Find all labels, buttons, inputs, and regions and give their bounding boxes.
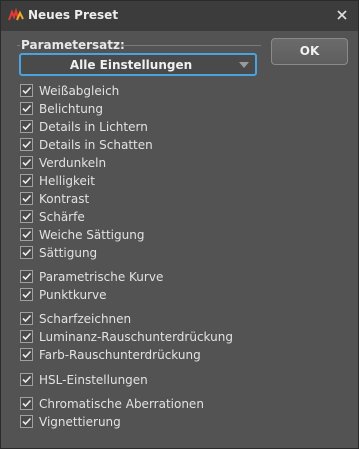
checkbox-label: Schärfe <box>39 209 85 224</box>
checkmark-icon <box>22 399 32 408</box>
checkbox-label: Verdunkeln <box>39 155 107 170</box>
checkmark-icon <box>22 176 32 185</box>
checkbox-label: Helligkeit <box>39 173 95 188</box>
checkmark-icon <box>22 158 32 167</box>
checkbox-row[interactable]: Vignettierung <box>20 414 121 429</box>
checkbox-row[interactable]: Details in Lichtern <box>20 119 148 134</box>
checkbox[interactable] <box>20 84 33 97</box>
checkbox-label: Luminanz-Rauschunterdrückung <box>39 329 233 344</box>
preset-dialog: Neues Preset Parametersatz: Alle Einstel… <box>0 0 359 449</box>
checkmark-icon <box>22 248 32 257</box>
group-border <box>17 45 20 46</box>
checkbox-row[interactable]: Belichtung <box>20 101 103 116</box>
checkbox-label: Weißabgleich <box>39 83 120 98</box>
checkbox[interactable] <box>20 138 33 151</box>
checkbox[interactable] <box>20 373 33 386</box>
checkbox-row[interactable]: Verdunkeln <box>20 155 106 170</box>
checkbox[interactable] <box>20 270 33 283</box>
checkbox-row[interactable]: Chromatische Aberrationen <box>20 396 204 411</box>
group-border <box>121 45 261 46</box>
checkbox[interactable] <box>20 312 33 325</box>
checkbox[interactable] <box>20 415 33 428</box>
checkmark-icon <box>22 122 32 131</box>
parameter-set-dropdown[interactable]: Alle Einstellungen <box>19 53 257 76</box>
checkbox[interactable] <box>20 330 33 343</box>
dropdown-value: Alle Einstellungen <box>69 58 193 72</box>
checkbox-row[interactable]: Kontrast <box>20 191 89 206</box>
checkbox-label: Weiche Sättigung <box>39 227 145 242</box>
checkbox-label: Belichtung <box>39 101 104 116</box>
checkbox-label: Chromatische Aberrationen <box>39 396 204 411</box>
checkbox-label: HSL-Einstellungen <box>39 372 148 387</box>
checkbox[interactable] <box>20 192 33 205</box>
checkmark-icon <box>22 375 32 384</box>
checkbox-row[interactable]: Weißabgleich <box>20 83 119 98</box>
checkbox-label: Sättigung <box>39 245 98 260</box>
parameter-set-label: Parametersatz: <box>21 38 125 52</box>
checkmark-icon <box>22 350 32 359</box>
checkbox-row[interactable]: Sättigung <box>20 245 97 260</box>
checkbox-label: Farb-Rauschunterdrückung <box>39 347 201 362</box>
checkbox-row[interactable]: Scharfzeichnen <box>20 311 131 326</box>
checkmark-icon <box>22 272 32 281</box>
checkbox[interactable] <box>20 156 33 169</box>
checkbox[interactable] <box>20 120 33 133</box>
checkmark-icon <box>22 230 32 239</box>
checkmark-icon <box>22 140 32 149</box>
checkbox-row[interactable]: HSL-Einstellungen <box>20 372 148 387</box>
window-title: Neues Preset <box>28 8 119 22</box>
checkbox-row[interactable]: Helligkeit <box>20 173 95 188</box>
checkbox-label: Parametrische Kurve <box>39 269 164 284</box>
checkbox-label: Kontrast <box>39 191 90 206</box>
checkbox-row[interactable]: Punktkurve <box>20 287 107 302</box>
app-logo-icon <box>8 7 24 24</box>
checkbox[interactable] <box>20 246 33 259</box>
checkbox-row[interactable]: Details in Schatten <box>20 137 153 152</box>
title-bar: Neues Preset <box>1 1 358 31</box>
checkmark-icon <box>22 86 32 95</box>
ok-button[interactable]: OK <box>271 38 348 65</box>
checkmark-icon <box>22 417 32 426</box>
checkbox-label: Punktkurve <box>39 287 107 302</box>
checkbox[interactable] <box>20 397 33 410</box>
checkmark-icon <box>22 332 32 341</box>
checkmark-icon <box>22 314 32 323</box>
checkbox-row[interactable]: Schärfe <box>20 209 85 224</box>
checkmark-icon <box>22 212 32 221</box>
checkbox-label: Vignettierung <box>39 414 121 429</box>
checkmark-icon <box>22 194 32 203</box>
checkbox-row[interactable]: Parametrische Kurve <box>20 269 163 284</box>
checkbox-label: Details in Lichtern <box>39 119 148 134</box>
checkmark-icon <box>22 290 32 299</box>
chevron-down-icon <box>239 62 249 68</box>
checkbox-label: Details in Schatten <box>39 137 153 152</box>
checkbox[interactable] <box>20 288 33 301</box>
checkmark-icon <box>22 104 32 113</box>
checkbox[interactable] <box>20 348 33 361</box>
close-icon[interactable] <box>334 7 350 23</box>
checkbox[interactable] <box>20 174 33 187</box>
checkbox[interactable] <box>20 102 33 115</box>
checkbox-label: Scharfzeichnen <box>39 311 132 326</box>
checkbox[interactable] <box>20 210 33 223</box>
checkbox-row[interactable]: Luminanz-Rauschunterdrückung <box>20 329 233 344</box>
checkbox[interactable] <box>20 228 33 241</box>
checkbox-row[interactable]: Weiche Sättigung <box>20 227 144 242</box>
checkbox-row[interactable]: Farb-Rauschunterdrückung <box>20 347 201 362</box>
